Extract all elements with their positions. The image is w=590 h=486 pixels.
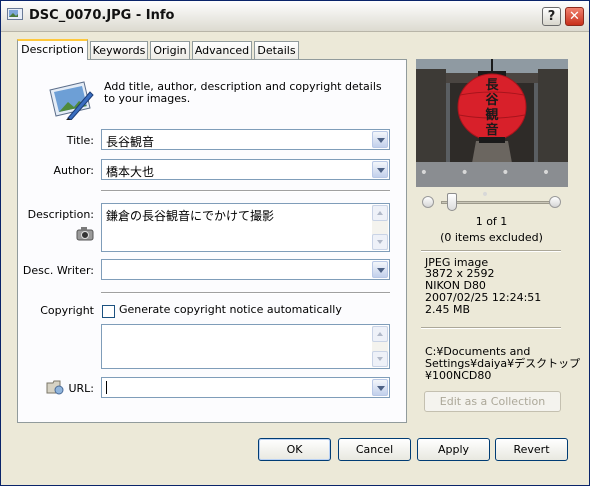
separator [101, 292, 390, 294]
svg-text:長: 長 [485, 78, 499, 93]
apply-button[interactable]: Apply [417, 438, 490, 461]
title-value: 長谷観音 [106, 135, 155, 149]
description-icon [49, 81, 94, 120]
copyright-field[interactable] [101, 324, 390, 369]
description-value: 鎌倉の長谷観音にでかけて撮影 [106, 209, 275, 223]
ok-button[interactable]: OK [258, 438, 331, 461]
description-field[interactable]: 鎌倉の長谷観音にでかけて撮影 [101, 203, 390, 252]
desc-writer-dropdown-arrow[interactable] [372, 261, 388, 278]
author-dropdown-arrow[interactable] [372, 161, 388, 178]
file-path-line: C:¥Documents and [425, 345, 531, 358]
desc-writer-label: Desc. Writer: [22, 264, 94, 277]
url-dropdown-arrow[interactable] [372, 379, 388, 396]
desc-writer-combo[interactable] [101, 259, 390, 280]
title-bar: DSC_0070.JPG - Info ? ✕ [1, 1, 589, 32]
title-label: Title: [66, 134, 94, 147]
image-counter: 1 of 1 [475, 215, 508, 228]
copyright-scrollbar[interactable] [372, 326, 388, 367]
previous-image-button[interactable] [422, 196, 434, 208]
scroll-down-button[interactable] [372, 234, 388, 250]
tab-advanced[interactable]: Advanced [192, 41, 252, 59]
scroll-down-button[interactable] [372, 351, 388, 367]
close-button[interactable]: ✕ [565, 7, 584, 26]
copyright-label: Copyright [40, 304, 94, 317]
separator [421, 327, 561, 329]
author-combo[interactable]: 橋本大也 [101, 159, 390, 180]
next-image-button[interactable] [549, 196, 561, 208]
file-path-line: ¥100NCD80 [425, 369, 492, 382]
cancel-button[interactable]: Cancel [338, 438, 411, 461]
file-size: 2.45 MB [425, 303, 471, 316]
author-value: 橋本大也 [106, 165, 155, 179]
title-dropdown-arrow[interactable] [372, 131, 388, 148]
info-dialog: DSC_0070.JPG - Info ? ✕ Description Keyw… [0, 0, 590, 486]
image-dimensions: 3872 x 2592 [425, 267, 495, 280]
help-button[interactable]: ? [542, 7, 561, 26]
url-combo[interactable] [101, 377, 390, 398]
tab-description[interactable]: Description [17, 39, 88, 60]
revert-button[interactable]: Revert [495, 438, 568, 461]
image-slider-track[interactable] [441, 201, 551, 204]
preview-sidebar: 長 谷 観 音 • • • • • 1 of 1 (0 items exclud… [413, 57, 580, 423]
edit-as-collection-button[interactable]: Edit as a Collection [424, 391, 561, 412]
intro-text: Add title, author, description and copyr… [104, 80, 382, 105]
title-combo[interactable]: 長谷観音 [101, 129, 390, 150]
url-label: URL: [68, 382, 94, 395]
author-label: Author: [53, 164, 94, 177]
excluded-count: (0 items excluded) [440, 231, 543, 244]
text-cursor [106, 381, 107, 394]
thumbnail-dots[interactable]: • • • • • [416, 162, 568, 203]
scroll-up-button[interactable] [372, 205, 388, 221]
image-slider-thumb[interactable] [447, 193, 457, 211]
app-icon [7, 8, 23, 20]
separator [421, 250, 561, 252]
description-label: Description: [27, 208, 94, 221]
copyright-checkbox[interactable] [102, 305, 115, 318]
tab-origin[interactable]: Origin [150, 41, 190, 59]
separator [101, 190, 390, 192]
tab-details[interactable]: Details [254, 41, 299, 59]
tab-keywords[interactable]: Keywords [90, 41, 148, 59]
svg-text:谷: 谷 [485, 92, 499, 108]
copyright-checkbox-label[interactable]: Generate copyright notice automatically [119, 303, 342, 316]
description-panel: Add title, author, description and copyr… [17, 59, 407, 423]
capture-datetime: 2007/02/25 12:24:51 [425, 291, 542, 304]
svg-text:音: 音 [485, 122, 498, 138]
description-scrollbar[interactable] [372, 205, 388, 250]
svg-text:観: 観 [484, 107, 498, 123]
file-path-line: Settings¥daiya¥デスクトップ [425, 357, 581, 370]
window-title: DSC_0070.JPG - Info [29, 8, 175, 23]
scroll-up-button[interactable] [372, 326, 388, 342]
camera-model: NIKON D80 [425, 279, 486, 292]
camera-icon [76, 227, 94, 241]
